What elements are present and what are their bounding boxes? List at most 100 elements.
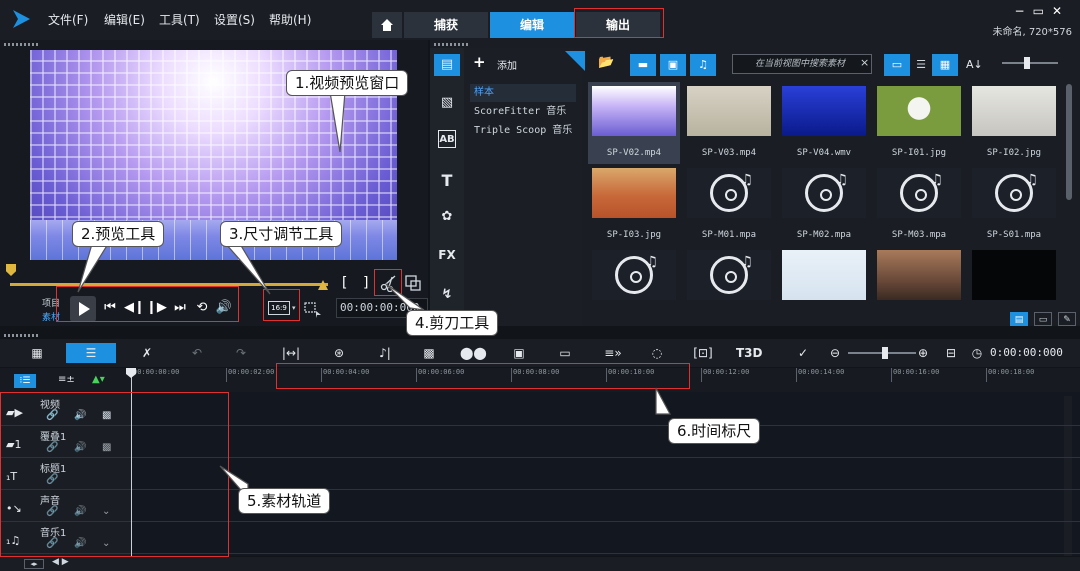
menu-edit[interactable]: 编辑(E) [104,11,145,28]
storyboard-view-icon[interactable]: ▦ [24,343,50,363]
library-thumbnail[interactable]: ♫ SP-M02.mpa [778,164,870,246]
audio-disc-icon: ♫ [877,168,961,218]
view-list-button[interactable]: ☰ [908,54,934,76]
menu-tools[interactable]: 工具(T) [159,11,200,28]
library-thumbnail[interactable] [778,246,870,328]
paint-icon[interactable]: ✓ [790,343,816,363]
show-video-button[interactable]: ▬ [630,54,656,76]
minimize-button[interactable]: − [1015,4,1033,18]
3d-title-icon[interactable]: T3D [736,343,763,363]
instant-project-icon[interactable]: ▧ [434,92,460,114]
library-folder-item[interactable]: 样本 [470,84,576,102]
library-thumbnail[interactable]: ♫ SP-S01.mpa [968,164,1060,246]
chapter-marker-icon[interactable]: ▲▾ [92,374,105,385]
library-thumbnail[interactable]: SP-I03.jpg [588,164,680,246]
thumbnail-image [782,86,866,136]
timeline-timecode[interactable]: 0:00:00:000 [990,344,1068,362]
speed-icon[interactable]: ≡» [600,343,626,363]
audio-disc-icon: ♫ [687,250,771,300]
menu-file[interactable]: 文件(F) [48,11,88,28]
menu-help[interactable]: 帮助(H) [269,11,311,28]
mask-icon[interactable]: ◌ [644,343,670,363]
library-thumbnail[interactable]: SP-I01.jpg [873,82,965,164]
library-scrollbar[interactable] [1066,84,1072,200]
track-area[interactable] [132,392,1080,556]
graphic-icon[interactable]: ✿ [434,206,460,228]
stabilize-icon[interactable]: [⊡] [690,343,716,363]
multi-trim-icon[interactable]: ▭ [552,343,578,363]
library-edit-button[interactable]: ✎ [1058,312,1076,326]
undo-icon[interactable]: ↶ [184,343,210,363]
redo-icon[interactable]: ↷ [228,343,254,363]
music-note-icon: ♫ [645,254,658,270]
crop-icon[interactable] [303,300,323,318]
timeline-zoom-handle[interactable] [882,347,888,359]
library-search-input[interactable]: 在当前视图中搜索素材 [732,54,872,74]
title-icon[interactable]: T [434,170,460,192]
path-icon[interactable]: ↯ [434,284,460,306]
search-clear-icon[interactable]: × [860,56,869,69]
library-thumbnail[interactable]: SP-V04.wmv [778,82,870,164]
mark-in-button[interactable]: [ [340,275,348,291]
library-thumbnail[interactable]: ♫ [588,246,680,328]
library-thumbnail[interactable]: ♫ SP-M01.mpa [683,164,775,246]
audio-mixer-icon[interactable]: ♪| [372,343,398,363]
zoom-out-icon[interactable]: ⊖ [822,343,848,363]
add-icon[interactable]: + [473,53,486,71]
restore-button[interactable]: ▭ [1033,4,1052,18]
mark-out-button[interactable]: ] [362,275,370,291]
library-thumbnail[interactable]: SP-V03.mp4 [683,82,775,164]
timeline-view-icon[interactable]: ☰ [66,343,116,363]
add-track-icon[interactable]: ≡± [58,374,75,385]
track-manager-icon[interactable]: ⁝☰ [14,374,36,388]
ruler-tick-label: 00:00:12:00 [703,368,750,376]
view-grid-button[interactable]: ▦ [932,54,958,76]
menu-settings[interactable]: 设置(S) [214,11,255,28]
tools-icon[interactable]: ✗ [134,343,160,363]
tab-home[interactable] [372,12,402,38]
view-thumbnail-button[interactable]: ▭ [884,54,910,76]
fit-project-icon[interactable]: |↔| [278,343,304,363]
enlarge-preview-icon[interactable] [404,274,422,292]
library-thumbnail[interactable]: ♫ [683,246,775,328]
music-note-icon: ♫ [740,172,753,188]
thumbnail-size-slider[interactable] [1002,62,1058,64]
library-folder-list: 样本 ScoreFitter 音乐 Triple Scoop 音乐 [464,48,582,326]
subtitle-editor-icon[interactable]: ▣ [506,343,532,363]
record-capture-icon[interactable]: ⊛ [326,343,352,363]
motion-tracking-icon[interactable]: ⬤⬤ [460,343,487,363]
panel-grip[interactable] [434,43,470,46]
library-thumbnail[interactable]: SP-I02.jpg [968,82,1060,164]
media-category-icon[interactable]: ▤ [434,54,460,76]
timeline-scroll-button[interactable]: ◂▸ [24,559,44,569]
library-view-button[interactable]: ▤ [1010,312,1028,326]
panel-grip[interactable] [4,334,40,337]
transition-icon[interactable]: AB [438,130,456,148]
ruler-tick-line [796,368,797,382]
library-folder-item[interactable]: Triple Scoop 音乐 [470,122,576,140]
thumbnail-name: SP-V03.mp4 [701,148,757,158]
auto-music-icon[interactable]: ▩ [416,343,442,363]
library-options-button[interactable]: ▭ [1034,312,1052,326]
library-thumbnail[interactable] [873,246,965,328]
annotation-box-scissors [374,269,402,296]
close-button[interactable]: ✕ [1052,4,1070,18]
filter-fx-icon[interactable]: FX [434,244,460,266]
import-folder-icon[interactable]: 📂 [598,55,614,70]
thumbnail-size-slider-handle[interactable] [1024,57,1030,69]
fit-timeline-icon[interactable]: ⊟ [938,343,964,363]
library-folder-item[interactable]: ScoreFitter 音乐 [470,103,576,121]
timeline-scrollbar[interactable] [1064,396,1072,556]
scroll-left-right-icon[interactable]: ◀ ▶ [52,557,69,567]
show-audio-button[interactable]: ♫ [690,54,716,76]
tab-capture[interactable]: 捕获 [404,12,488,38]
music-note-icon: ♫ [930,172,943,188]
sort-icon[interactable]: A↓ [966,58,983,71]
show-photo-button[interactable]: ▣ [660,54,686,76]
tab-edit[interactable]: 编辑 [490,12,574,38]
thumbnail-image [592,86,676,136]
add-folder-label[interactable]: 添加 [497,57,517,72]
library-thumbnail[interactable]: ♫ SP-M03.mpa [873,164,965,246]
panel-grip[interactable] [4,43,40,46]
library-thumbnail[interactable]: SP-V02.mp4 [588,82,680,164]
